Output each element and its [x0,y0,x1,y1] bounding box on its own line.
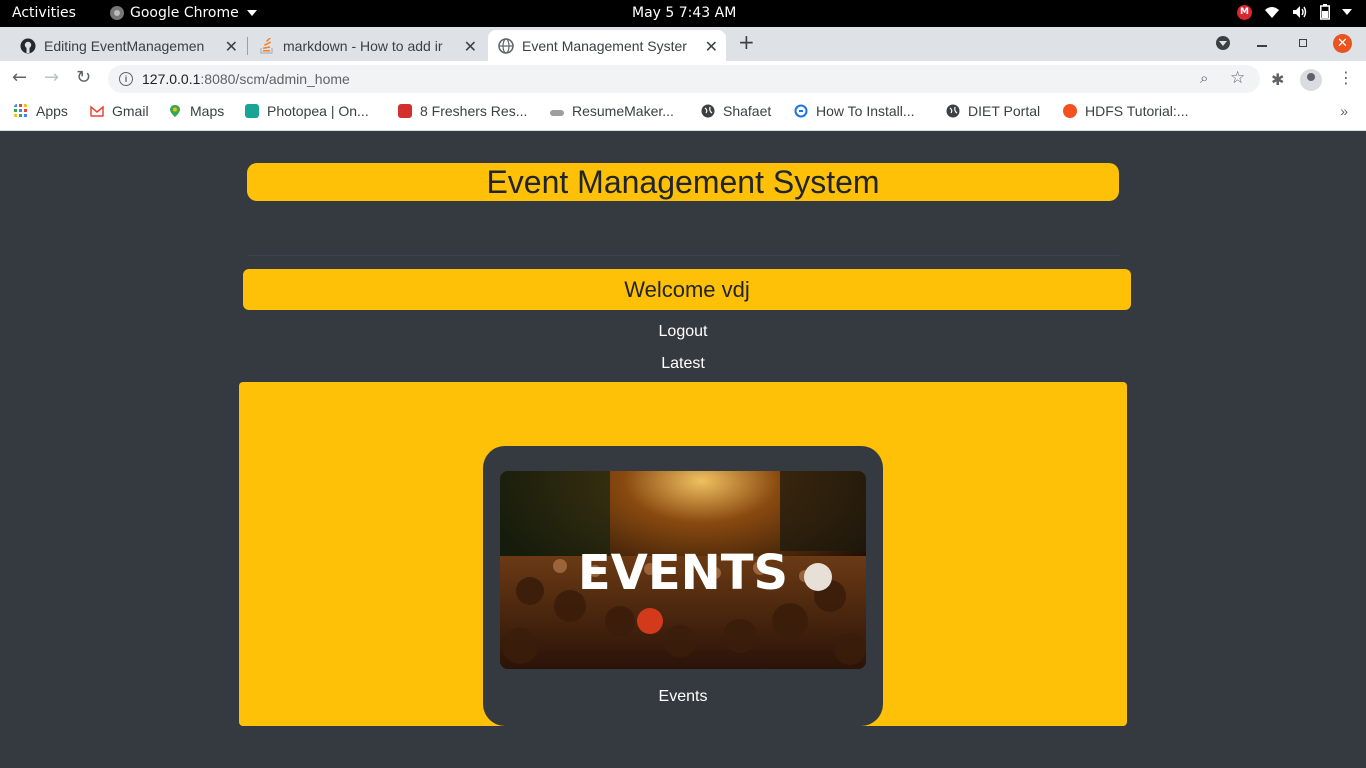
hdfs-icon [1063,104,1077,118]
events-crowd-photo: EVENTS [500,471,866,669]
bookmark-label: HDFS Tutorial:... [1085,103,1189,119]
tab-separator [247,37,248,55]
resumemaker-icon [550,110,564,116]
tab-event-management[interactable]: Event Management Syster ✕ [488,30,726,61]
chrome-icon [110,6,124,20]
logout-link-text[interactable]: Logout [659,323,708,340]
close-tab-icon[interactable]: ✕ [464,37,477,57]
tab-stackoverflow[interactable]: markdown - How to add ir ✕ [251,30,485,61]
bookmark-photopea[interactable]: Photopea | On... [245,103,369,119]
bookmark-label: Apps [36,103,68,119]
app-name: Google Chrome [130,5,239,21]
tab-search-icon[interactable] [1216,36,1230,50]
event-card-caption[interactable]: Events [483,688,883,706]
bookmark-label: Photopea | On... [267,103,369,119]
bookmark-label: 8 Freshers Res... [420,103,528,119]
photopea-icon [245,104,259,118]
bookmark-apps[interactable]: Apps [14,103,68,119]
battery-icon [1320,4,1330,20]
mega-icon[interactable]: M [1237,4,1252,20]
freshers-icon [398,104,412,118]
url-text[interactable]: 127.0.0.1:8080/scm/admin_home [142,71,350,87]
menu-kebab-icon[interactable]: ⋮ [1338,68,1354,87]
bookmark-diet-portal[interactable]: DIET Portal [946,103,1040,119]
welcome-banner: Welcome vdj [243,269,1131,310]
browser-toolbar: ← → ↻ i 127.0.0.1:8080/scm/admin_home ⌕ … [0,61,1366,97]
bookmark-label: Shafaet [723,103,772,119]
bookmark-shafaet[interactable]: Shafaet [701,103,771,119]
globe-icon [701,104,715,118]
site-info-icon[interactable]: i [119,72,133,86]
zoom-icon[interactable]: ⌕ [1200,70,1208,87]
globe-icon [946,104,960,118]
system-top-bar: Activities Google Chrome May 5 7:43 AM M [0,0,1366,27]
event-card[interactable]: EVENTS Events [483,446,883,726]
minimize-icon[interactable] [1257,45,1267,47]
bookmark-how-to-install[interactable]: How To Install... [794,103,915,119]
close-window-button[interactable]: ✕ [1333,34,1352,53]
close-tab-icon[interactable]: ✕ [225,37,238,57]
page-title: Event Management System [247,163,1119,201]
github-icon [20,38,36,53]
page-content: Event Management System Welcome vdj Logo… [0,131,1366,768]
maximize-icon[interactable] [1299,39,1307,47]
wifi-icon [1265,7,1279,18]
latest-heading: Latest [661,355,705,372]
close-tab-icon[interactable]: ✕ [705,37,718,57]
tab-github[interactable]: Editing EventManagemen ✕ [12,30,246,61]
gmail-icon [90,105,104,117]
bookmark-resumemaker[interactable]: ResumeMaker... [550,103,674,119]
stackoverflow-icon [260,37,273,54]
bookmark-label: Gmail [112,103,149,119]
volume-icon [1293,6,1307,18]
apps-grid-icon [14,104,27,117]
caret-down-icon [246,10,257,16]
events-image[interactable]: EVENTS [500,471,866,669]
bookmark-star-icon[interactable]: ☆ [1230,68,1245,88]
bookmark-freshers[interactable]: 8 Freshers Res... [398,103,527,119]
globe-icon [498,37,514,54]
bookmark-label: ResumeMaker... [572,103,674,119]
profile-avatar[interactable] [1300,69,1322,91]
bookmarks-bar: Apps Gmail Maps Photopea | On... 8 Fresh… [0,97,1366,131]
app-menu[interactable]: Google Chrome [110,5,257,21]
tab-label: markdown - How to add ir [283,37,443,54]
bookmark-label: DIET Portal [968,103,1041,119]
extensions-icon[interactable]: ✱ [1271,70,1284,89]
system-tray[interactable]: M [1237,4,1352,20]
new-tab-button[interactable]: + [738,30,755,54]
activities-button[interactable]: Activities [12,5,76,21]
clock[interactable]: May 5 7:43 AM [632,5,736,21]
bookmark-label: Maps [190,103,225,119]
maps-pin-icon [170,105,180,117]
back-icon[interactable]: ← [12,67,27,88]
tab-label: Editing EventManagemen [44,37,205,54]
tab-label: Event Management Syster [522,37,687,54]
caret-down-icon [1342,9,1352,15]
latest-panel: EVENTS Events [239,382,1127,726]
bookmark-gmail[interactable]: Gmail [90,103,149,119]
bookmark-hdfs[interactable]: HDFS Tutorial:... [1063,103,1188,119]
events-image-text: EVENTS [578,545,788,601]
tab-strip: Editing EventManagemen ✕ markdown - How … [0,27,1366,61]
forward-icon[interactable]: → [44,67,59,88]
howto-icon [794,104,808,118]
bookmarks-overflow-icon[interactable]: » [1340,103,1348,119]
divider [247,255,1119,256]
logout-link[interactable]: Logout [0,323,1366,341]
bookmark-label: How To Install... [816,103,915,119]
bookmark-maps[interactable]: Maps [168,103,224,119]
address-bar[interactable]: i 127.0.0.1:8080/scm/admin_home ⌕ ☆ [108,65,1260,93]
reload-icon[interactable]: ↻ [76,67,91,88]
